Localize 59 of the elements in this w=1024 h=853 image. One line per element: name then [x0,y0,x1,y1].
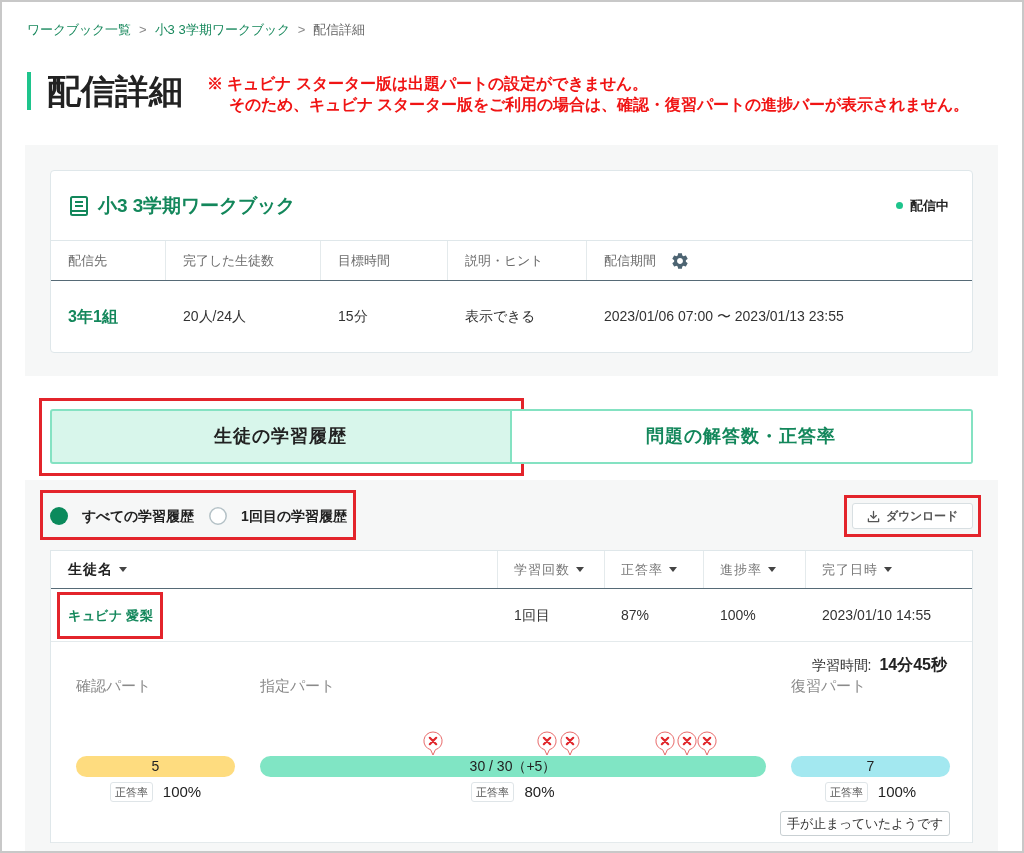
sort-header[interactable]: 進捗率 [720,559,776,580]
column-header: 目標時間 [338,251,390,270]
part-label: 確認パート [76,676,151,696]
sort-header[interactable]: 完了日時 [822,559,892,580]
download-button[interactable]: ダウンロード [852,503,973,529]
table-cell-text: 1回目 [514,605,550,625]
column-header: 説明・ヒント [465,251,543,270]
table-cell-text: 2023/01/06 07:00 〜 2023/01/13 23:55 [604,307,844,326]
workbook-title: 小3 3学期ワークブック [98,193,296,218]
column-header: 完了した生徒数 [183,251,274,270]
column-header: 配信期間 [604,251,656,270]
breadcrumb-separator: > [297,22,306,38]
rate-badge: 正答率 [109,782,153,802]
part-bar: 30 / 30（+5） [260,756,766,777]
rate-badge: 正答率 [824,782,868,802]
settings-icon[interactable] [672,252,688,269]
caret-icon [669,567,677,572]
study-time-value: 14分45秒 [879,655,947,675]
caret-icon [119,567,127,572]
radio-option[interactable]: すべての学習履歴 [50,505,194,527]
radio-icon[interactable] [209,507,227,525]
page-title: 配信詳細 [27,72,183,110]
caret-icon [576,567,584,572]
radio-option[interactable]: 1回目の学習履歴 [209,505,347,527]
download-icon [867,509,880,523]
tab[interactable]: 生徒の学習履歴 [50,409,512,464]
sort-header[interactable]: 生徒名 [68,559,127,580]
study-time-label: 学習時間: [811,656,872,675]
table-cell-text: 表示できる [465,307,535,326]
part-label: 指定パート [260,676,335,696]
part-bar: 5 [76,756,235,777]
rate-value: 100% [162,782,202,802]
table-cell-text: 100% [720,605,756,625]
rate-value: 100% [877,782,917,802]
breadcrumb-separator: > [139,22,147,38]
table-cell-text: 20人/24人 [183,307,247,326]
table-cell-text: 87% [621,605,650,625]
class-link[interactable]: 3年1組 [68,304,118,329]
sort-header[interactable]: 学習回数 [514,559,584,580]
notice-text: ※ キュビナ スターター版は出題パートの設定ができません。 そのため、キュビナ スターター版をご利用の場合は、確認・復習パートの進捗バーが表示されません。 [207,74,970,115]
status-label: 配信中 [910,196,949,215]
status-note: 手が止まっていたようです [780,811,950,836]
radio-icon[interactable] [50,507,68,525]
table-cell-text: 2023/01/10 14:55 [822,605,931,625]
student-link[interactable]: キュビナ 愛梨 [68,608,154,623]
part-label: 復習パート [791,676,866,696]
table-cell-text: 15分 [338,307,368,326]
book-icon [70,195,88,216]
rate-value: 80% [524,782,555,802]
part-bar: 7 [791,756,950,777]
column-header: 配信先 [68,251,107,270]
breadcrumb-current: 配信詳細 [313,22,366,38]
rate-badge: 正答率 [471,782,515,802]
tab[interactable]: 問題の解答数・正答率 [511,409,973,464]
breadcrumb-link[interactable]: ワークブック一覧 [27,22,131,38]
sort-header[interactable]: 正答率 [621,559,677,580]
caret-icon [884,567,892,572]
caret-icon [768,567,776,572]
breadcrumb-link[interactable]: 小3 3学期ワークブック [154,22,290,38]
